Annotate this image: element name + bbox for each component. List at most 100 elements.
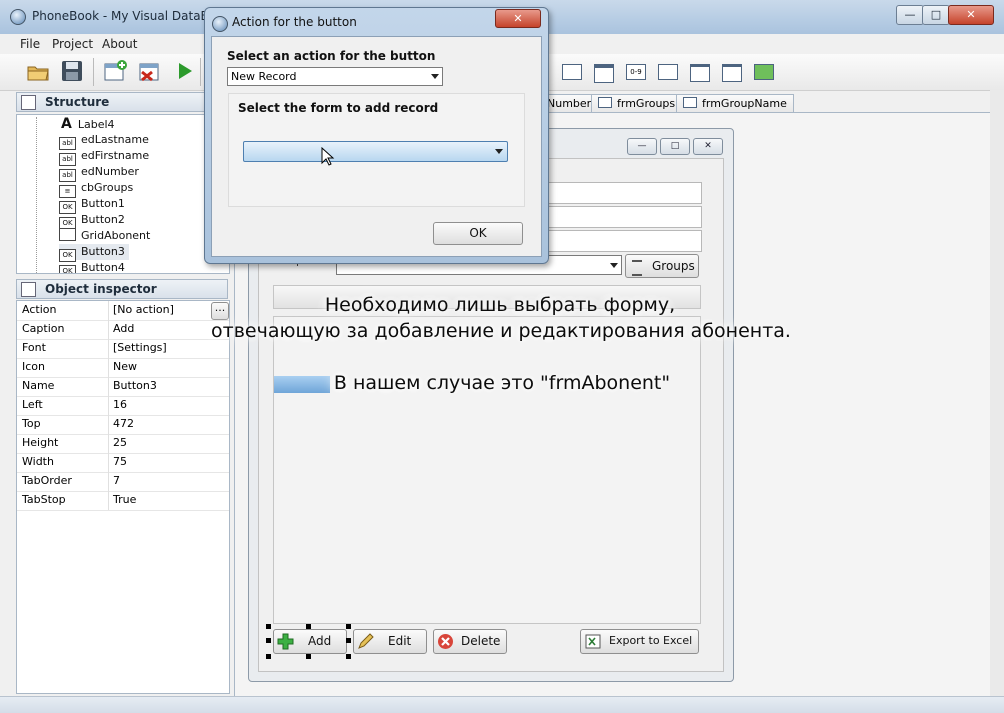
- resize-handle[interactable]: [346, 638, 351, 643]
- prop-name: Action: [22, 303, 57, 316]
- export-excel-button[interactable]: Export to Excel: [580, 629, 699, 654]
- tree-item-gridabonent[interactable]: GridAbonent: [59, 228, 150, 244]
- resize-handle[interactable]: [346, 654, 351, 659]
- edit-button-label: Edit: [388, 634, 412, 648]
- prop-name: Height: [22, 436, 59, 449]
- resize-handle[interactable]: [266, 654, 271, 659]
- tree-item-label: Button1: [81, 197, 125, 210]
- tree-item-button3[interactable]: OK Button3: [59, 244, 129, 262]
- image-icon[interactable]: [750, 58, 776, 84]
- prop-row-left[interactable]: Left 16: [17, 396, 229, 416]
- prop-name: Name: [22, 379, 55, 392]
- prop-name: Width: [22, 455, 54, 468]
- calendar-field-icon[interactable]: [558, 58, 584, 84]
- tree-item-cbgroups[interactable]: ≡ cbGroups: [59, 180, 134, 198]
- close-button[interactable]: ✕: [948, 5, 994, 25]
- prop-row-taborder[interactable]: TabOrder 7: [17, 472, 229, 492]
- prop-value: New: [113, 360, 137, 373]
- save-icon[interactable]: [59, 58, 85, 84]
- tree-item-button4[interactable]: OK Button4: [59, 260, 125, 273]
- structure-icon: [21, 95, 36, 110]
- prop-divider: [108, 491, 109, 510]
- inspector-header: Object inspector: [16, 279, 228, 299]
- number-field-icon[interactable]: 0-9: [622, 58, 648, 84]
- structure-tree[interactable]: A Label4 abl edLastname abl edFirstname abl…: [16, 114, 230, 274]
- window-title: PhoneBook - My Visual DataBas: [32, 9, 223, 23]
- tree-item-button2[interactable]: OK Button2: [59, 212, 125, 230]
- resize-handle[interactable]: [266, 638, 271, 643]
- prop-row-caption[interactable]: Caption Add: [17, 320, 229, 340]
- prop-value: True: [113, 493, 137, 506]
- toolbar-separator: [200, 58, 201, 86]
- tab-frmgroups[interactable]: frmGroups: [591, 94, 683, 113]
- list-icon: [632, 260, 642, 276]
- prop-divider: [108, 339, 109, 358]
- tab-frmgroupname[interactable]: frmGroupName: [676, 94, 794, 113]
- menu-file[interactable]: File: [20, 37, 40, 51]
- tree-item-label: Label4: [77, 118, 115, 131]
- menu-about[interactable]: About: [102, 37, 137, 51]
- tree-item-ednumber[interactable]: abl edNumber: [59, 164, 139, 182]
- add-icon: [277, 633, 294, 650]
- groupbox-icon[interactable]: [686, 58, 712, 84]
- prop-name: Caption: [22, 322, 65, 335]
- add-button[interactable]: Add: [273, 629, 347, 654]
- resize-handle[interactable]: [306, 654, 311, 659]
- delete-form-icon[interactable]: [137, 58, 163, 84]
- prop-name: Icon: [22, 360, 45, 373]
- structure-title: Structure: [45, 95, 110, 109]
- abonent-grid[interactable]: [273, 316, 701, 624]
- button-icon: OK: [59, 265, 76, 273]
- tree-item-label: cbGroups: [81, 181, 134, 194]
- status-bar: [0, 696, 1004, 713]
- groups-button[interactable]: Groups: [625, 254, 699, 278]
- maximize-button[interactable]: □: [922, 5, 950, 25]
- menu-project[interactable]: Project: [52, 37, 93, 51]
- prop-row-icon[interactable]: Icon New: [17, 358, 229, 378]
- delete-button-label: Delete: [461, 634, 501, 648]
- form-tab-icon: [683, 97, 697, 108]
- open-folder-icon[interactable]: [25, 58, 51, 84]
- app-icon: [10, 9, 26, 25]
- prop-row-font[interactable]: Font [Settings]: [17, 339, 229, 359]
- tree-item-label: edLastname: [81, 133, 149, 146]
- form-close-icon: ✕: [693, 138, 723, 155]
- form-select[interactable]: [243, 141, 508, 162]
- resize-handle[interactable]: [346, 624, 351, 629]
- dialog-close-button[interactable]: ✕: [495, 9, 541, 28]
- minimize-button[interactable]: —: [896, 5, 924, 25]
- prop-row-name[interactable]: Name Button3: [17, 377, 229, 397]
- action-ellipsis-button[interactable]: ...: [211, 302, 229, 320]
- panel-icon[interactable]: [654, 58, 680, 84]
- prop-row-action[interactable]: Action [No action] ...: [17, 301, 229, 321]
- tree-item-edfirstname[interactable]: abl edFirstname: [59, 148, 149, 166]
- prop-row-tabstop[interactable]: TabStop True: [17, 491, 229, 511]
- toolbar-separator: [93, 58, 94, 86]
- form-maximize-icon: □: [660, 138, 690, 155]
- resize-handle[interactable]: [266, 624, 271, 629]
- table-field-icon[interactable]: [590, 58, 616, 84]
- memo-icon[interactable]: [718, 58, 744, 84]
- prop-divider: [108, 301, 109, 320]
- action-select[interactable]: New Record: [227, 67, 443, 86]
- ok-button[interactable]: OK: [433, 222, 523, 245]
- tree-item-button1[interactable]: OK Button1: [59, 196, 125, 214]
- tree-item-label4[interactable]: A Label4: [61, 116, 115, 132]
- new-form-icon[interactable]: [102, 58, 128, 84]
- edit-button[interactable]: Edit: [353, 629, 427, 654]
- ednumber-field[interactable]: [540, 230, 702, 252]
- prop-row-height[interactable]: Height 25: [17, 434, 229, 454]
- add-button-label: Add: [308, 634, 332, 648]
- edlastname-field[interactable]: [540, 182, 702, 204]
- edfirstname-field[interactable]: [540, 206, 702, 228]
- run-icon[interactable]: [172, 58, 198, 84]
- structure-header: Structure: [16, 92, 228, 112]
- resize-handle[interactable]: [306, 624, 311, 629]
- right-scrollbar[interactable]: [990, 90, 1004, 696]
- inspector-icon: [21, 282, 36, 297]
- tree-item-edlastname[interactable]: abl edLastname: [59, 132, 149, 150]
- delete-button[interactable]: Delete: [433, 629, 507, 654]
- prop-row-width[interactable]: Width 75: [17, 453, 229, 473]
- inspector-grid: Action [No action] ... Caption Add Font [Se…: [16, 300, 230, 694]
- prop-row-top[interactable]: Top 472: [17, 415, 229, 435]
